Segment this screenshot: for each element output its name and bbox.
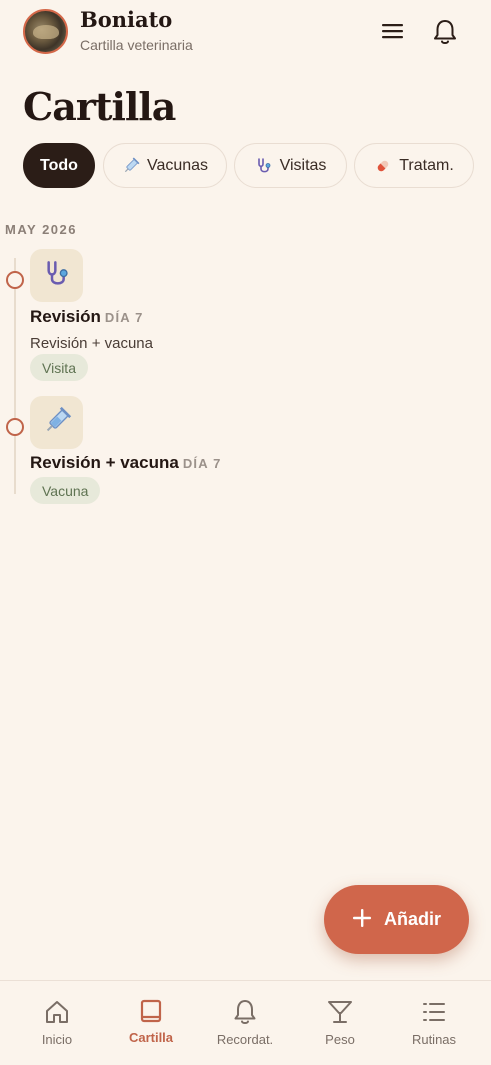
app-header: Boniato Cartilla veterinaria xyxy=(0,0,491,64)
nav-label: Inicio xyxy=(41,1032,73,1047)
filter-chip-vacunas[interactable]: Vacunas xyxy=(103,143,227,188)
filter-chip-todo[interactable]: Todo xyxy=(23,143,95,188)
bell-icon[interactable] xyxy=(431,17,459,47)
nav-item-peso[interactable]: Peso xyxy=(291,981,389,1065)
book-icon xyxy=(140,999,162,1023)
entry-title-text: Revisión xyxy=(30,307,101,326)
filter-chip-label: Visitas xyxy=(279,156,327,174)
syringe-icon xyxy=(42,406,72,440)
add-button[interactable]: Añadir xyxy=(324,885,469,954)
bottom-nav: Inicio Cartilla Recordat. Peso Rutinas xyxy=(0,980,491,1065)
entry-icon-tile[interactable] xyxy=(30,249,83,302)
nav-item-cartilla[interactable]: Cartilla xyxy=(102,981,200,1065)
filter-chips: Todo Vacunas Visitas Tratam. xyxy=(0,143,491,189)
entry-icon-tile[interactable] xyxy=(30,396,83,449)
filter-chip-visitas[interactable]: Visitas xyxy=(234,143,347,188)
list-icon xyxy=(423,1003,445,1021)
entry-tag: Vacuna xyxy=(30,477,101,504)
pill-icon xyxy=(374,157,392,175)
timeline-line xyxy=(14,258,16,494)
nav-label: Peso xyxy=(325,1032,355,1047)
nav-item-recordatorios[interactable]: Recordat. xyxy=(196,981,294,1065)
nav-item-inicio[interactable]: Inicio xyxy=(8,981,106,1065)
entry-title[interactable]: Revisión + vacuna DÍA 7 xyxy=(30,453,222,473)
filter-chip-label: Todo xyxy=(40,156,78,174)
nav-label: Rutinas xyxy=(411,1032,457,1047)
stethoscope-icon xyxy=(42,259,72,293)
timeline-dot xyxy=(6,418,24,436)
nav-label: Recordat. xyxy=(216,1032,274,1047)
syringe-icon xyxy=(122,157,140,175)
nav-item-rutinas[interactable]: Rutinas xyxy=(385,981,483,1065)
filter-chip-label: Tratam. xyxy=(399,156,454,174)
entry-day: DÍA 7 xyxy=(182,456,222,471)
entry-day: DÍA 7 xyxy=(104,310,144,325)
hamburger-icon[interactable] xyxy=(381,21,405,41)
scale-icon xyxy=(328,1001,352,1023)
filter-chip-tratamientos[interactable]: Tratam. xyxy=(354,143,474,188)
nav-label: Cartilla xyxy=(128,1030,174,1045)
filter-chip-label: Vacunas xyxy=(146,156,209,174)
stethoscope-icon xyxy=(255,157,273,175)
header-subtitle: Cartilla veterinaria xyxy=(80,37,193,53)
pet-avatar[interactable] xyxy=(23,9,68,54)
month-heading: MAY 2026 xyxy=(5,222,77,237)
entry-tag: Visita xyxy=(30,354,88,381)
entry-title-text: Revisión + vacuna xyxy=(30,453,179,472)
page-title: Cartilla xyxy=(23,84,176,129)
pet-name: Boniato xyxy=(80,7,173,32)
entry-description: Revisión + vacuna xyxy=(30,335,153,352)
plus-icon xyxy=(352,908,372,932)
home-icon xyxy=(46,1001,68,1023)
timeline-dot xyxy=(6,271,24,289)
add-button-label: Añadir xyxy=(383,909,441,929)
entry-title[interactable]: Revisión DÍA 7 xyxy=(30,307,144,327)
bell-icon xyxy=(234,1000,256,1024)
